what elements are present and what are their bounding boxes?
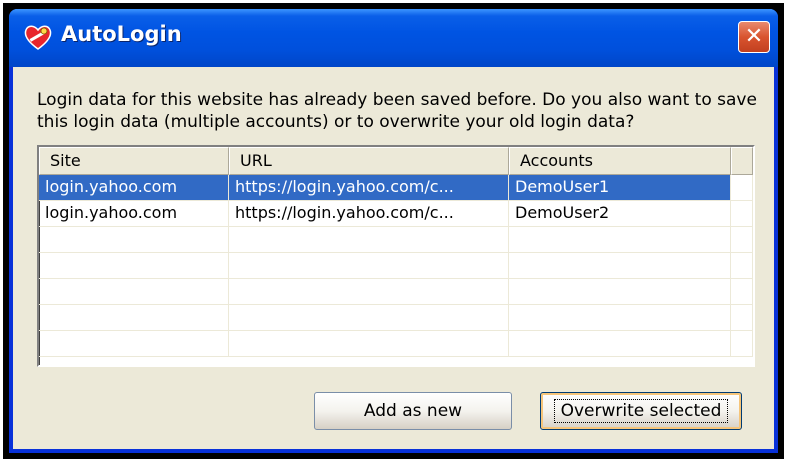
empty-cell (731, 227, 753, 253)
empty-row (39, 253, 753, 279)
column-header-site[interactable]: Site (39, 147, 229, 175)
empty-cell (731, 331, 753, 357)
empty-cell (229, 331, 509, 357)
empty-row (39, 305, 753, 331)
empty-cell (509, 305, 731, 331)
empty-cell (39, 279, 229, 305)
empty-cell (229, 305, 509, 331)
empty-cell (731, 279, 753, 305)
empty-cell (509, 331, 731, 357)
empty-cell (39, 305, 229, 331)
heart-key-icon (24, 25, 52, 50)
cell-site: login.yahoo.com (39, 175, 229, 201)
empty-cell (229, 279, 509, 305)
close-button[interactable]: ✕ (738, 21, 770, 53)
empty-cell (731, 253, 753, 279)
add-as-new-button[interactable]: Add as new (314, 392, 512, 430)
empty-row (39, 279, 753, 305)
column-header-filler (731, 147, 753, 175)
dialog-frame: AutoLogin ✕ Login data for this website … (3, 3, 784, 459)
empty-cell (509, 227, 731, 253)
cell-account: DemoUser2 (509, 201, 731, 227)
empty-cell (39, 253, 229, 279)
table-row[interactable]: login.yahoo.com https://login.yahoo.com/… (39, 201, 753, 227)
empty-cell (509, 279, 731, 305)
cell-url: https://login.yahoo.com/c... (229, 175, 509, 201)
cell-url: https://login.yahoo.com/c... (229, 201, 509, 227)
list-header: Site URL Accounts (39, 147, 753, 175)
title-bar[interactable]: AutoLogin ✕ (9, 9, 778, 67)
autologin-dialog: AutoLogin ✕ Login data for this website … (9, 9, 778, 453)
message-text: Login data for this website has already … (37, 90, 757, 132)
empty-cell (509, 253, 731, 279)
empty-cell (229, 253, 509, 279)
accounts-list[interactable]: Site URL Accounts login.yahoo.com https:… (37, 145, 755, 367)
cell-account: DemoUser1 (509, 175, 731, 201)
cell-filler (731, 201, 753, 227)
close-icon: ✕ (744, 24, 764, 49)
table-row[interactable]: login.yahoo.com https://login.yahoo.com/… (39, 175, 753, 201)
window-title: AutoLogin (61, 22, 182, 46)
overwrite-selected-button[interactable]: Overwrite selected (540, 392, 742, 430)
empty-cell (731, 305, 753, 331)
empty-cell (229, 227, 509, 253)
column-header-url[interactable]: URL (229, 147, 509, 175)
column-header-accounts[interactable]: Accounts (509, 147, 731, 175)
empty-row (39, 331, 753, 357)
overwrite-selected-label: Overwrite selected (553, 399, 729, 423)
empty-cell (39, 331, 229, 357)
empty-row (39, 227, 753, 253)
cell-site: login.yahoo.com (39, 201, 229, 227)
empty-cell (39, 227, 229, 253)
cell-filler (731, 175, 753, 201)
